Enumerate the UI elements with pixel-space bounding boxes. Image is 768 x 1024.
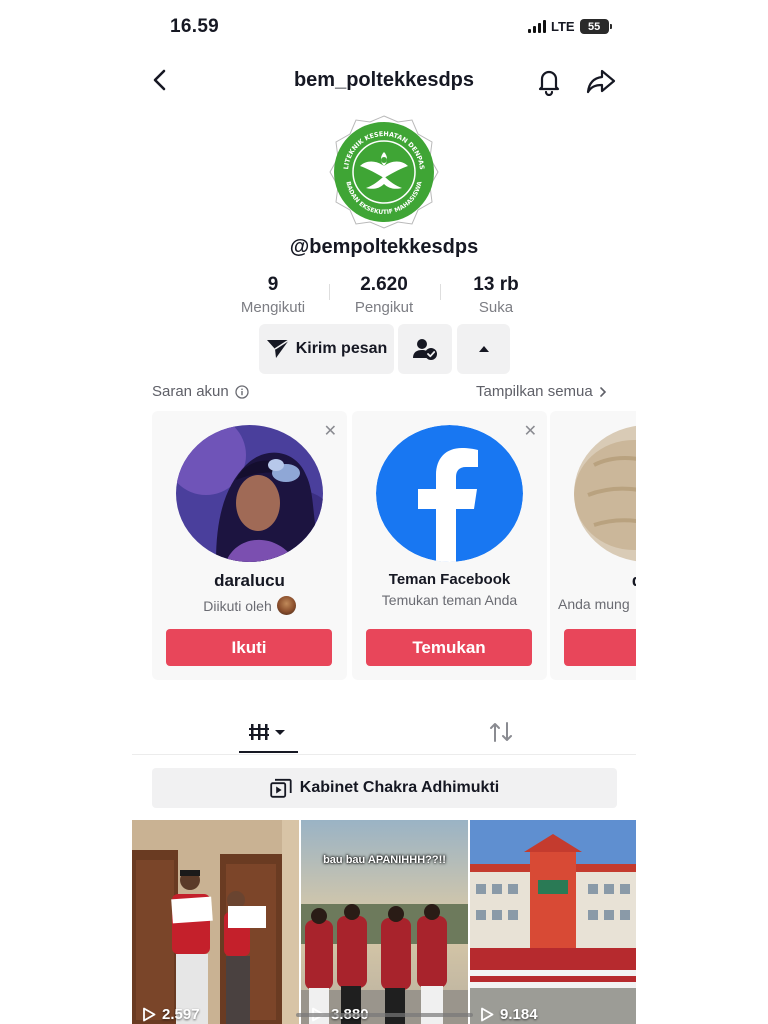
stat-value: 2.620 (360, 274, 408, 295)
expand-suggestions-button[interactable] (457, 324, 510, 374)
mutual-avatar (276, 596, 296, 615)
stat-divider (440, 284, 441, 300)
show-all-link[interactable]: Tampilkan semua (476, 383, 607, 400)
message-button[interactable]: Kirim pesan (259, 324, 394, 374)
message-button-label: Kirim pesan (295, 340, 388, 357)
bell-icon (538, 70, 560, 97)
suggestion-card[interactable]: ✕ Teman Facebook Temukan teman Anda Temu… (352, 411, 547, 680)
playlist-label: Kabinet Chakra Adhimukti (299, 779, 500, 796)
stat-label: Pengikut (354, 299, 414, 316)
send-icon (266, 339, 290, 358)
battery-level: 55 (587, 20, 601, 33)
suggestion-avatar[interactable] (574, 425, 636, 562)
suggested-accounts-carousel[interactable]: ✕ daralucu Diikuti oleh Ikuti ✕ Teman Fa… (152, 411, 636, 681)
suggested-accounts-title: Saran akun (152, 383, 249, 400)
playlist-icon (270, 778, 292, 798)
stat-likes[interactable]: 13 rb Suka (456, 274, 536, 316)
close-icon[interactable]: ✕ (324, 421, 337, 441)
active-tab-indicator (239, 751, 298, 753)
close-icon[interactable]: ✕ (524, 421, 537, 441)
grid-bars-dropdown-icon (249, 724, 285, 740)
friends-status-button[interactable] (398, 324, 452, 374)
suggestion-name: daralucu (214, 571, 285, 590)
stat-value: 13 rb (473, 274, 519, 295)
suggestion-name: Teman Facebook (388, 571, 511, 588)
stat-divider (329, 284, 330, 300)
stat-following[interactable]: 9 Mengikuti (232, 274, 314, 316)
video-caption: bau bau APANIHHH??!! (323, 854, 446, 866)
suggestion-subtitle: Diikuti oleh (152, 596, 347, 615)
scroll-indicator (296, 1013, 473, 1017)
view-count: 2.597 (142, 1006, 200, 1023)
battery-icon: 55 (579, 19, 612, 34)
poltekkes-logo: POLITEKNIK KESEHATAN DENPASAR BADAN EKSE… (323, 108, 439, 229)
find-button[interactable]: Temukan (366, 629, 532, 666)
stat-label: Suka (478, 299, 514, 316)
chevron-right-icon (599, 386, 606, 397)
play-icon (481, 1007, 494, 1022)
page-title: bem_poltekkesdps (293, 69, 475, 91)
profile-avatar[interactable]: POLITEKNIK KESEHATAN DENPASAR BADAN EKSE… (323, 108, 442, 230)
video-grid: 2.597 bau bau APANIHHH??!! 3.880 (132, 820, 636, 1024)
user-check-icon (413, 339, 437, 360)
share-button[interactable] (585, 66, 617, 96)
suggestion-subtitle-text: Diikuti oleh (203, 597, 272, 614)
caret-up-icon (478, 346, 489, 352)
stat-followers[interactable]: 2.620 Pengikut (344, 274, 424, 316)
video-thumbnail[interactable]: 9.184 (470, 820, 636, 1024)
stat-label: Mengikuti (240, 299, 306, 316)
repost-icon (490, 722, 512, 742)
playlist-button[interactable]: Kabinet Chakra Adhimukti (152, 768, 617, 808)
suggestion-subtitle: Anda mung (558, 596, 630, 612)
tab-videos[interactable] (240, 716, 298, 754)
tab-reposts[interactable] (484, 716, 518, 750)
chevron-left-icon (153, 69, 166, 91)
view-count: 9.184 (480, 1006, 538, 1023)
view-count-value: 2.597 (162, 1006, 200, 1023)
video-thumbnail[interactable]: bau bau APANIHHH??!! 3.880 (301, 820, 468, 1024)
tab-divider (132, 754, 636, 755)
show-all-label: Tampilkan semua (476, 383, 593, 400)
video-thumbnail[interactable]: 2.597 (132, 820, 299, 1024)
follow-button[interactable]: Ikuti (166, 629, 332, 666)
notification-button[interactable] (534, 66, 564, 97)
play-icon (143, 1007, 156, 1022)
status-time: 16.59 (170, 16, 220, 37)
follow-button[interactable]: I (564, 629, 636, 666)
info-icon (235, 384, 249, 399)
suggestion-name: diar (550, 571, 636, 591)
view-count-value: 9.184 (500, 1006, 538, 1023)
suggestion-card[interactable]: ✕ daralucu Diikuti oleh Ikuti (152, 411, 347, 680)
suggestion-avatar[interactable] (176, 425, 323, 562)
facebook-icon (376, 425, 523, 562)
signal-icon (528, 20, 546, 33)
suggested-title-label: Saran akun (152, 383, 229, 400)
suggestion-avatar[interactable] (376, 425, 523, 562)
stat-value: 9 (267, 274, 279, 295)
suggestion-card[interactable]: diar Anda mung I (550, 411, 636, 680)
back-button[interactable] (148, 66, 174, 94)
share-arrow-icon (586, 69, 616, 94)
status-indicators: LTE 55 (528, 19, 612, 34)
profile-handle: @bempoltekkesdps (289, 236, 479, 258)
network-type: LTE (551, 19, 575, 34)
suggestion-subtitle: Temukan teman Anda (381, 592, 518, 608)
